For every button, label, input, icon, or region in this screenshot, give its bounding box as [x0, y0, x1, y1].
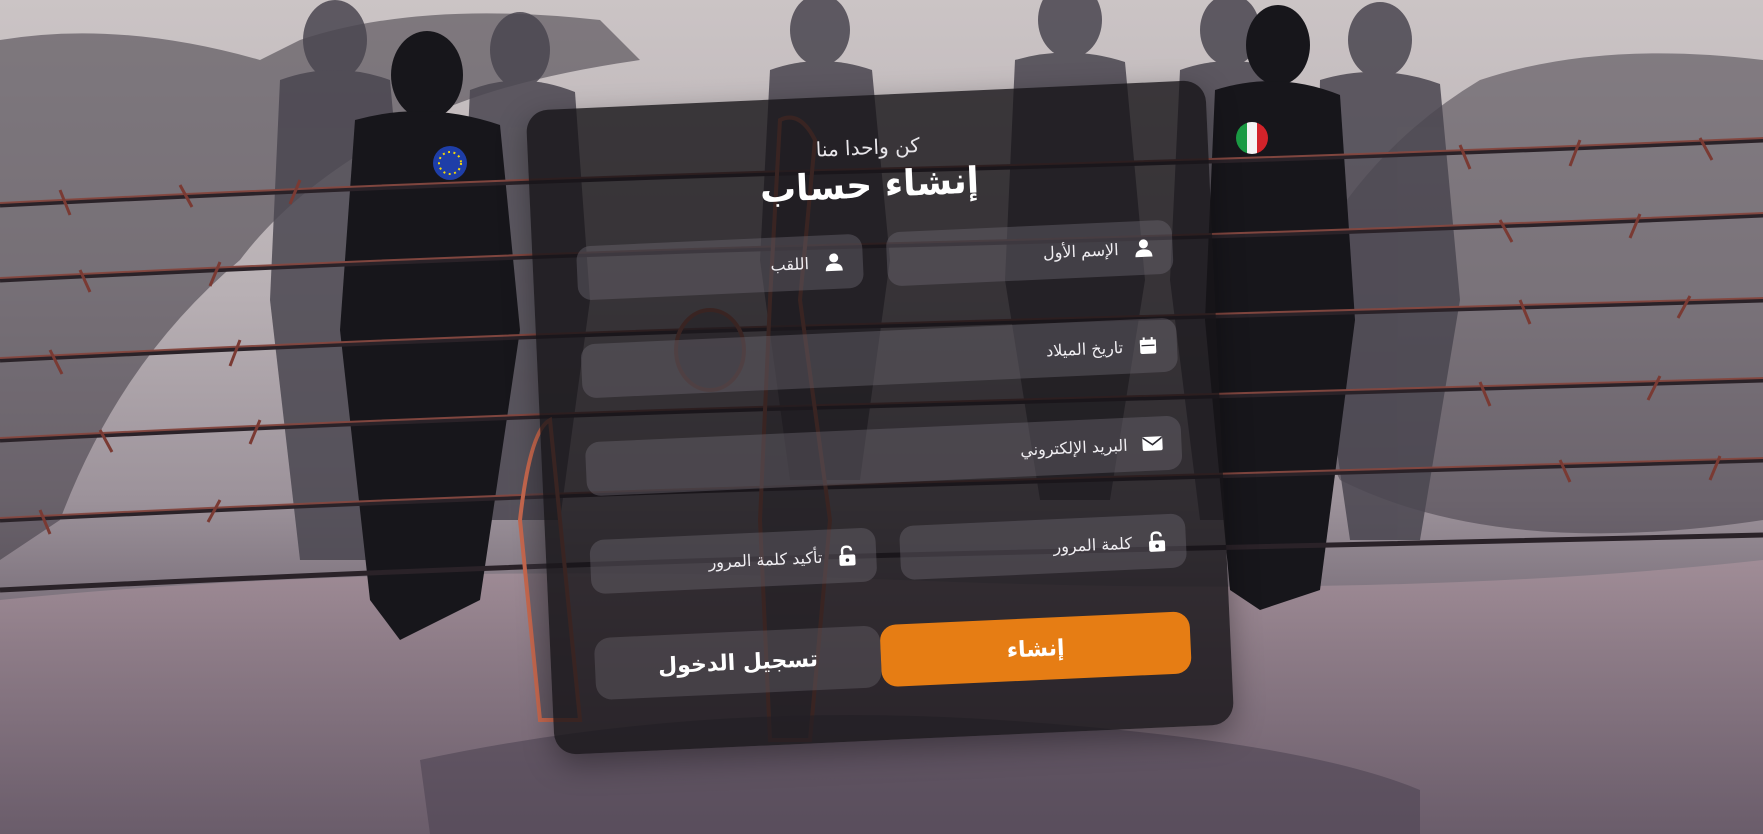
first-name-field[interactable]: الإسم الأول [885, 219, 1174, 287]
calendar-icon [1137, 334, 1160, 357]
italy-flag-icon [1236, 122, 1268, 154]
eu-flag-icon [433, 146, 467, 180]
user-icon [822, 250, 845, 273]
first-name-label: الإسم الأول [1042, 239, 1120, 262]
email-field[interactable]: البريد الإلكتروني [584, 415, 1183, 497]
register-card: كن واحدا منا إنشاء حساب الإسم الأول اللق… [525, 79, 1235, 756]
page-background: كن واحدا منا إنشاء حساب الإسم الأول اللق… [0, 0, 1763, 834]
password-label: كلمة المرور [1052, 533, 1133, 556]
last-name-field[interactable]: اللقب [575, 233, 865, 301]
birth-date-field[interactable]: تاريخ الميلاد [580, 317, 1179, 399]
confirm-password-field[interactable]: تأكيد كلمة المرور [589, 527, 878, 595]
unlock-icon [1145, 530, 1168, 553]
create-account-button[interactable]: إنشاء [879, 611, 1192, 688]
login-button[interactable]: تسجيل الدخول [593, 625, 883, 701]
confirm-password-label: تأكيد كلمة المرور [708, 547, 823, 572]
user-icon [1132, 236, 1155, 259]
email-label: البريد الإلكتروني [1019, 435, 1128, 460]
unlock-icon [836, 544, 859, 567]
birth-date-label: تاريخ الميلاد [1045, 337, 1124, 360]
password-field[interactable]: كلمة المرور [898, 513, 1188, 581]
envelope-icon [1141, 432, 1164, 455]
last-name-label: اللقب [770, 253, 810, 275]
